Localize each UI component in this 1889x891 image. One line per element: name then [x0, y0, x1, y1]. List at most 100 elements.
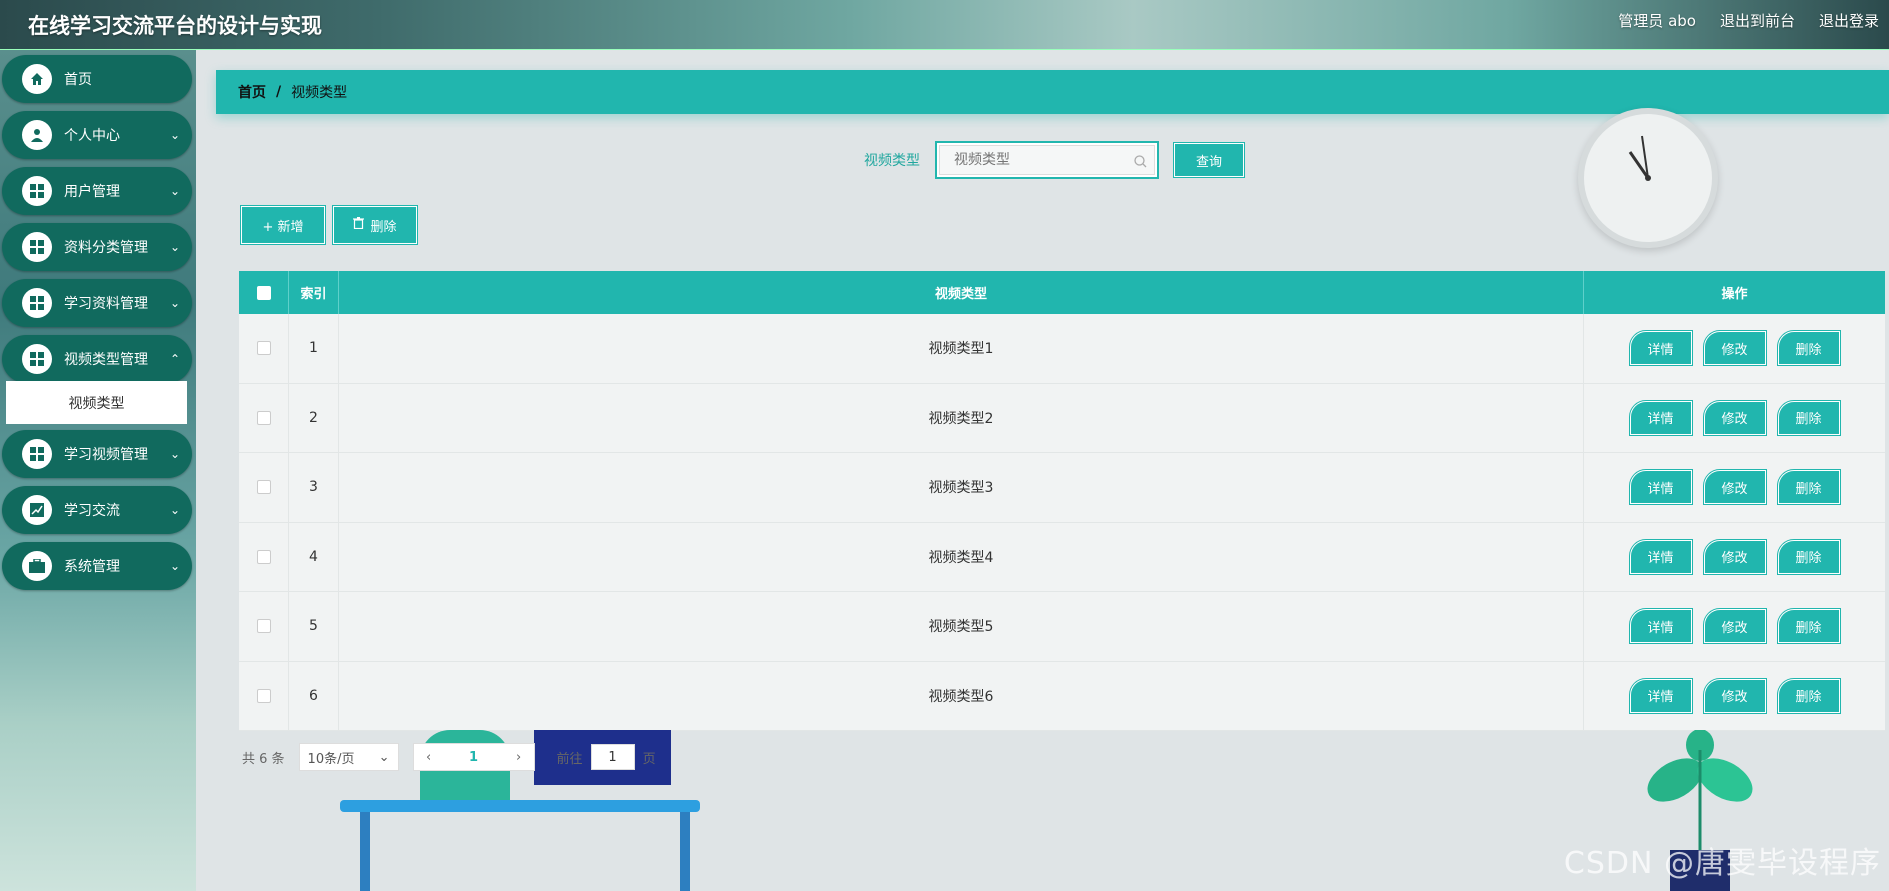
sidebar-item-home[interactable]: 首页: [2, 55, 192, 103]
select-all-cell: [239, 271, 289, 314]
edit-button[interactable]: 修改: [1702, 677, 1767, 714]
search-button[interactable]: 查询: [1173, 142, 1245, 178]
detail-button[interactable]: 详情: [1628, 399, 1693, 436]
sidebar-item-label: 用户管理: [64, 184, 120, 200]
select-all-checkbox[interactable]: [256, 285, 271, 300]
sidebar-item-label: 首页: [64, 72, 92, 88]
row-index: 6: [289, 661, 339, 730]
delete-button[interactable]: 删除: [1776, 677, 1841, 714]
detail-button[interactable]: 详情: [1628, 538, 1693, 575]
row-checkbox[interactable]: [256, 549, 271, 564]
delete-button[interactable]: 删除: [1776, 330, 1841, 367]
row-actions: 详情 修改 删除: [1584, 662, 1885, 731]
row-index: 3: [289, 453, 339, 522]
table-row: 6 视频类型6 详情 修改 删除: [239, 661, 1885, 731]
chevron-down-icon: ⌄: [169, 240, 180, 254]
sidebar-item-video-type-management[interactable]: 视频类型管理 ⌃: [2, 335, 192, 383]
logout-link[interactable]: 退出登录: [1819, 10, 1879, 31]
search-label: 视频类型: [864, 153, 920, 169]
prev-page-icon[interactable]: ‹: [414, 750, 444, 765]
delete-button[interactable]: 删除: [1776, 538, 1841, 575]
row-actions: 详情 修改 删除: [1584, 384, 1885, 453]
sidebar-item-study-video[interactable]: 学习视频管理 ⌄: [2, 430, 192, 478]
row-checkbox[interactable]: [256, 688, 271, 703]
chart-icon: [22, 495, 52, 525]
edit-button[interactable]: 修改: [1702, 608, 1767, 645]
chevron-down-icon: ⌄: [169, 184, 180, 198]
delete-button[interactable]: 删除: [1776, 608, 1841, 645]
goto-page: 前往 1 页: [557, 744, 656, 770]
goto-page-input[interactable]: 1: [590, 744, 635, 770]
next-page-icon[interactable]: ›: [504, 750, 534, 765]
goto-suffix: 页: [642, 751, 656, 767]
row-actions: 详情 修改 删除: [1584, 592, 1885, 661]
desk-illustration: [340, 800, 700, 812]
briefcase-icon: [22, 551, 52, 581]
search-input[interactable]: [939, 145, 1155, 175]
edit-button[interactable]: 修改: [1702, 399, 1767, 436]
submenu-item-video-type[interactable]: 视频类型: [6, 381, 187, 424]
pagination-total: 共 6 条: [242, 751, 285, 767]
page-size-select[interactable]: 10条/页 ⌄: [298, 743, 399, 771]
sidebar-item-study-exchange[interactable]: 学习交流 ⌄: [2, 486, 192, 534]
row-video-type: 视频类型3: [339, 453, 1584, 522]
row-actions: 详情 修改 删除: [1584, 314, 1885, 383]
sidebar-item-label: 资料分类管理: [64, 240, 148, 256]
trash-icon: [353, 217, 365, 233]
edit-button[interactable]: 修改: [1702, 538, 1767, 575]
row-checkbox-cell: [239, 314, 289, 383]
row-checkbox[interactable]: [256, 619, 271, 634]
current-page[interactable]: 1: [444, 750, 504, 765]
sidebar-item-material-category[interactable]: 资料分类管理 ⌄: [2, 223, 192, 271]
row-video-type: 视频类型5: [339, 592, 1584, 661]
row-actions: 详情 修改 删除: [1584, 523, 1885, 592]
add-button[interactable]: + 新增: [240, 205, 326, 245]
clock-illustration: [1578, 108, 1718, 248]
table-row: 4 视频类型4 详情 修改 删除: [239, 522, 1885, 592]
sidebar-item-personal-center[interactable]: 个人中心 ⌄: [2, 111, 192, 159]
header-video-type: 视频类型: [339, 271, 1584, 314]
edit-button[interactable]: 修改: [1702, 469, 1767, 506]
sidebar-item-system-management[interactable]: 系统管理 ⌄: [2, 542, 192, 590]
batch-delete-label: 删除: [370, 219, 397, 235]
breadcrumb-separator: /: [276, 84, 282, 100]
row-index: 5: [289, 592, 339, 661]
breadcrumb-home[interactable]: 首页: [238, 82, 266, 102]
home-icon: [22, 64, 52, 94]
grid-icon: [22, 344, 52, 374]
watermark: CSDN @唐雯毕设程序: [1563, 846, 1881, 881]
top-header: 在线学习交流平台的设计与实现 管理员 abo 退出到前台 退出登录: [0, 0, 1889, 50]
sidebar-item-study-material[interactable]: 学习资料管理 ⌄: [2, 279, 192, 327]
row-index: 1: [289, 314, 339, 383]
edit-button[interactable]: 修改: [1702, 330, 1767, 367]
chevron-down-icon: ⌄: [378, 749, 390, 765]
detail-button[interactable]: 详情: [1628, 608, 1693, 645]
desk-leg-illustration: [360, 812, 370, 891]
table-row: 3 视频类型3 详情 修改 删除: [239, 453, 1885, 523]
sidebar-item-label: 个人中心: [64, 128, 120, 144]
delete-button[interactable]: 删除: [1776, 399, 1841, 436]
row-checkbox[interactable]: [256, 410, 271, 425]
back-to-front-link[interactable]: 退出到前台: [1720, 10, 1795, 31]
video-type-table: 索引 视频类型 操作 1 视频类型1 详情 修改 删除 2 视频类型2 详情 修…: [239, 271, 1885, 731]
row-index: 4: [289, 522, 339, 591]
batch-delete-button[interactable]: 删除: [332, 205, 418, 245]
page-size-value: 10条/页: [307, 751, 355, 767]
sidebar-item-label: 学习资料管理: [64, 296, 148, 312]
delete-button[interactable]: 删除: [1776, 469, 1841, 506]
chevron-down-icon: ⌄: [169, 503, 180, 517]
search-box: [935, 141, 1159, 179]
row-checkbox[interactable]: [256, 480, 271, 495]
search-icon: [1134, 153, 1147, 172]
breadcrumb: 首页 / 视频类型: [216, 70, 1889, 114]
page-nav: ‹ 1 ›: [412, 743, 535, 771]
detail-button[interactable]: 详情: [1628, 677, 1693, 714]
detail-button[interactable]: 详情: [1628, 469, 1693, 506]
detail-button[interactable]: 详情: [1628, 330, 1693, 367]
table-header: 索引 视频类型 操作: [239, 271, 1885, 314]
desk-leg-illustration: [680, 812, 690, 891]
row-checkbox[interactable]: [256, 341, 271, 356]
header-index: 索引: [289, 271, 339, 314]
sidebar-item-user-management[interactable]: 用户管理 ⌄: [2, 167, 192, 215]
pagination: 共 6 条 10条/页 ⌄ ‹ 1 › 前往 1 页: [242, 743, 656, 771]
